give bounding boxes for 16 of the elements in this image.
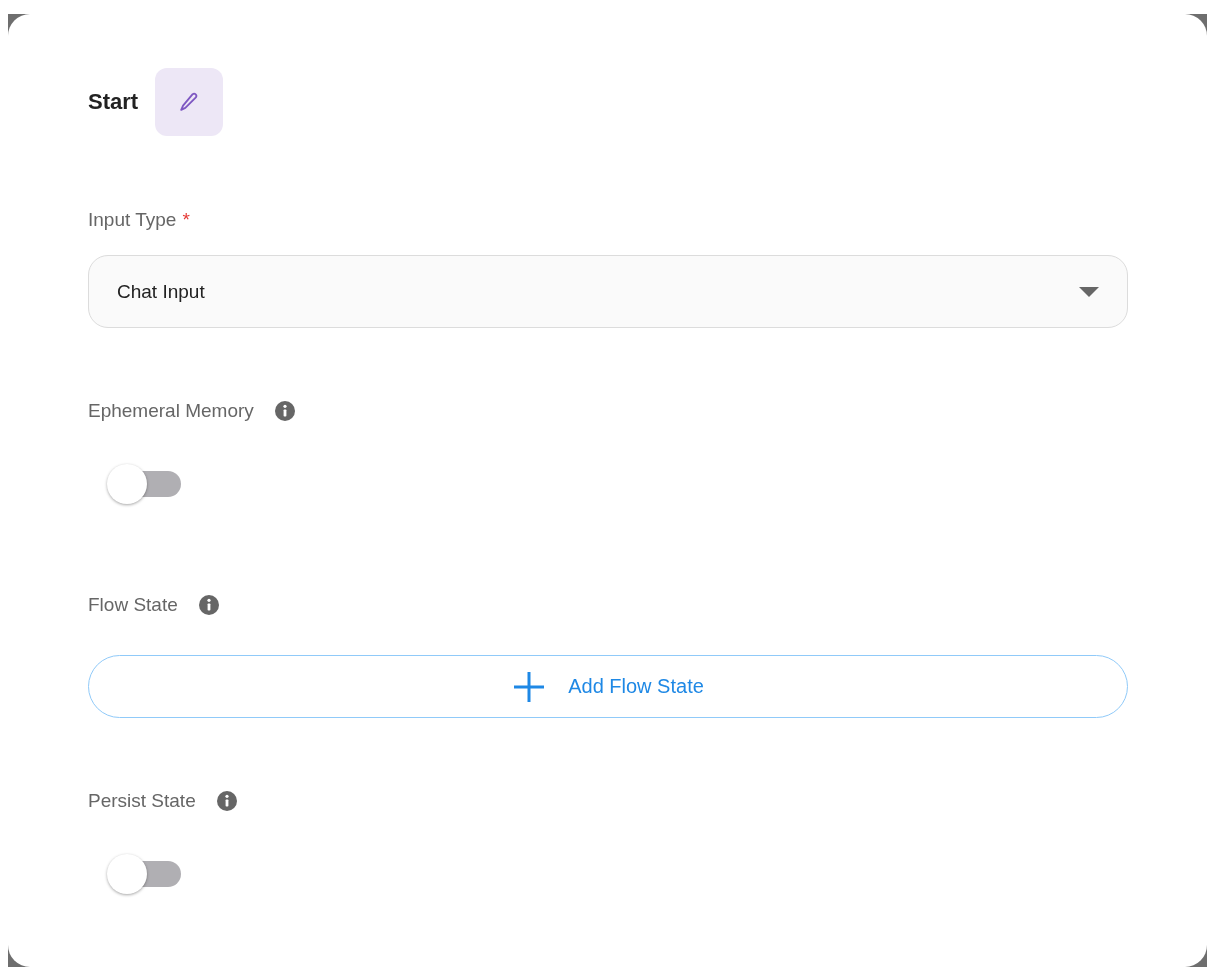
toggle-switch[interactable]: [107, 854, 181, 894]
input-type-dropdown[interactable]: Chat Input: [88, 255, 1128, 328]
add-flow-state-button[interactable]: Add Flow State: [88, 655, 1128, 718]
field-label: Input Type: [88, 209, 177, 231]
node-title: Start: [88, 89, 139, 115]
info-icon[interactable]: [215, 790, 238, 812]
required-mark: *: [182, 209, 190, 231]
selected-value: Chat Input: [117, 280, 205, 303]
field-label: Ephemeral Memory: [88, 400, 254, 422]
plus-icon: [512, 669, 547, 704]
field-label: Flow State: [88, 594, 178, 616]
caret-icon: [1079, 286, 1099, 297]
info-icon[interactable]: [273, 400, 296, 422]
toggle-switch[interactable]: [107, 464, 181, 504]
field-label: Persist State: [88, 790, 196, 812]
info-icon[interactable]: [197, 594, 220, 616]
